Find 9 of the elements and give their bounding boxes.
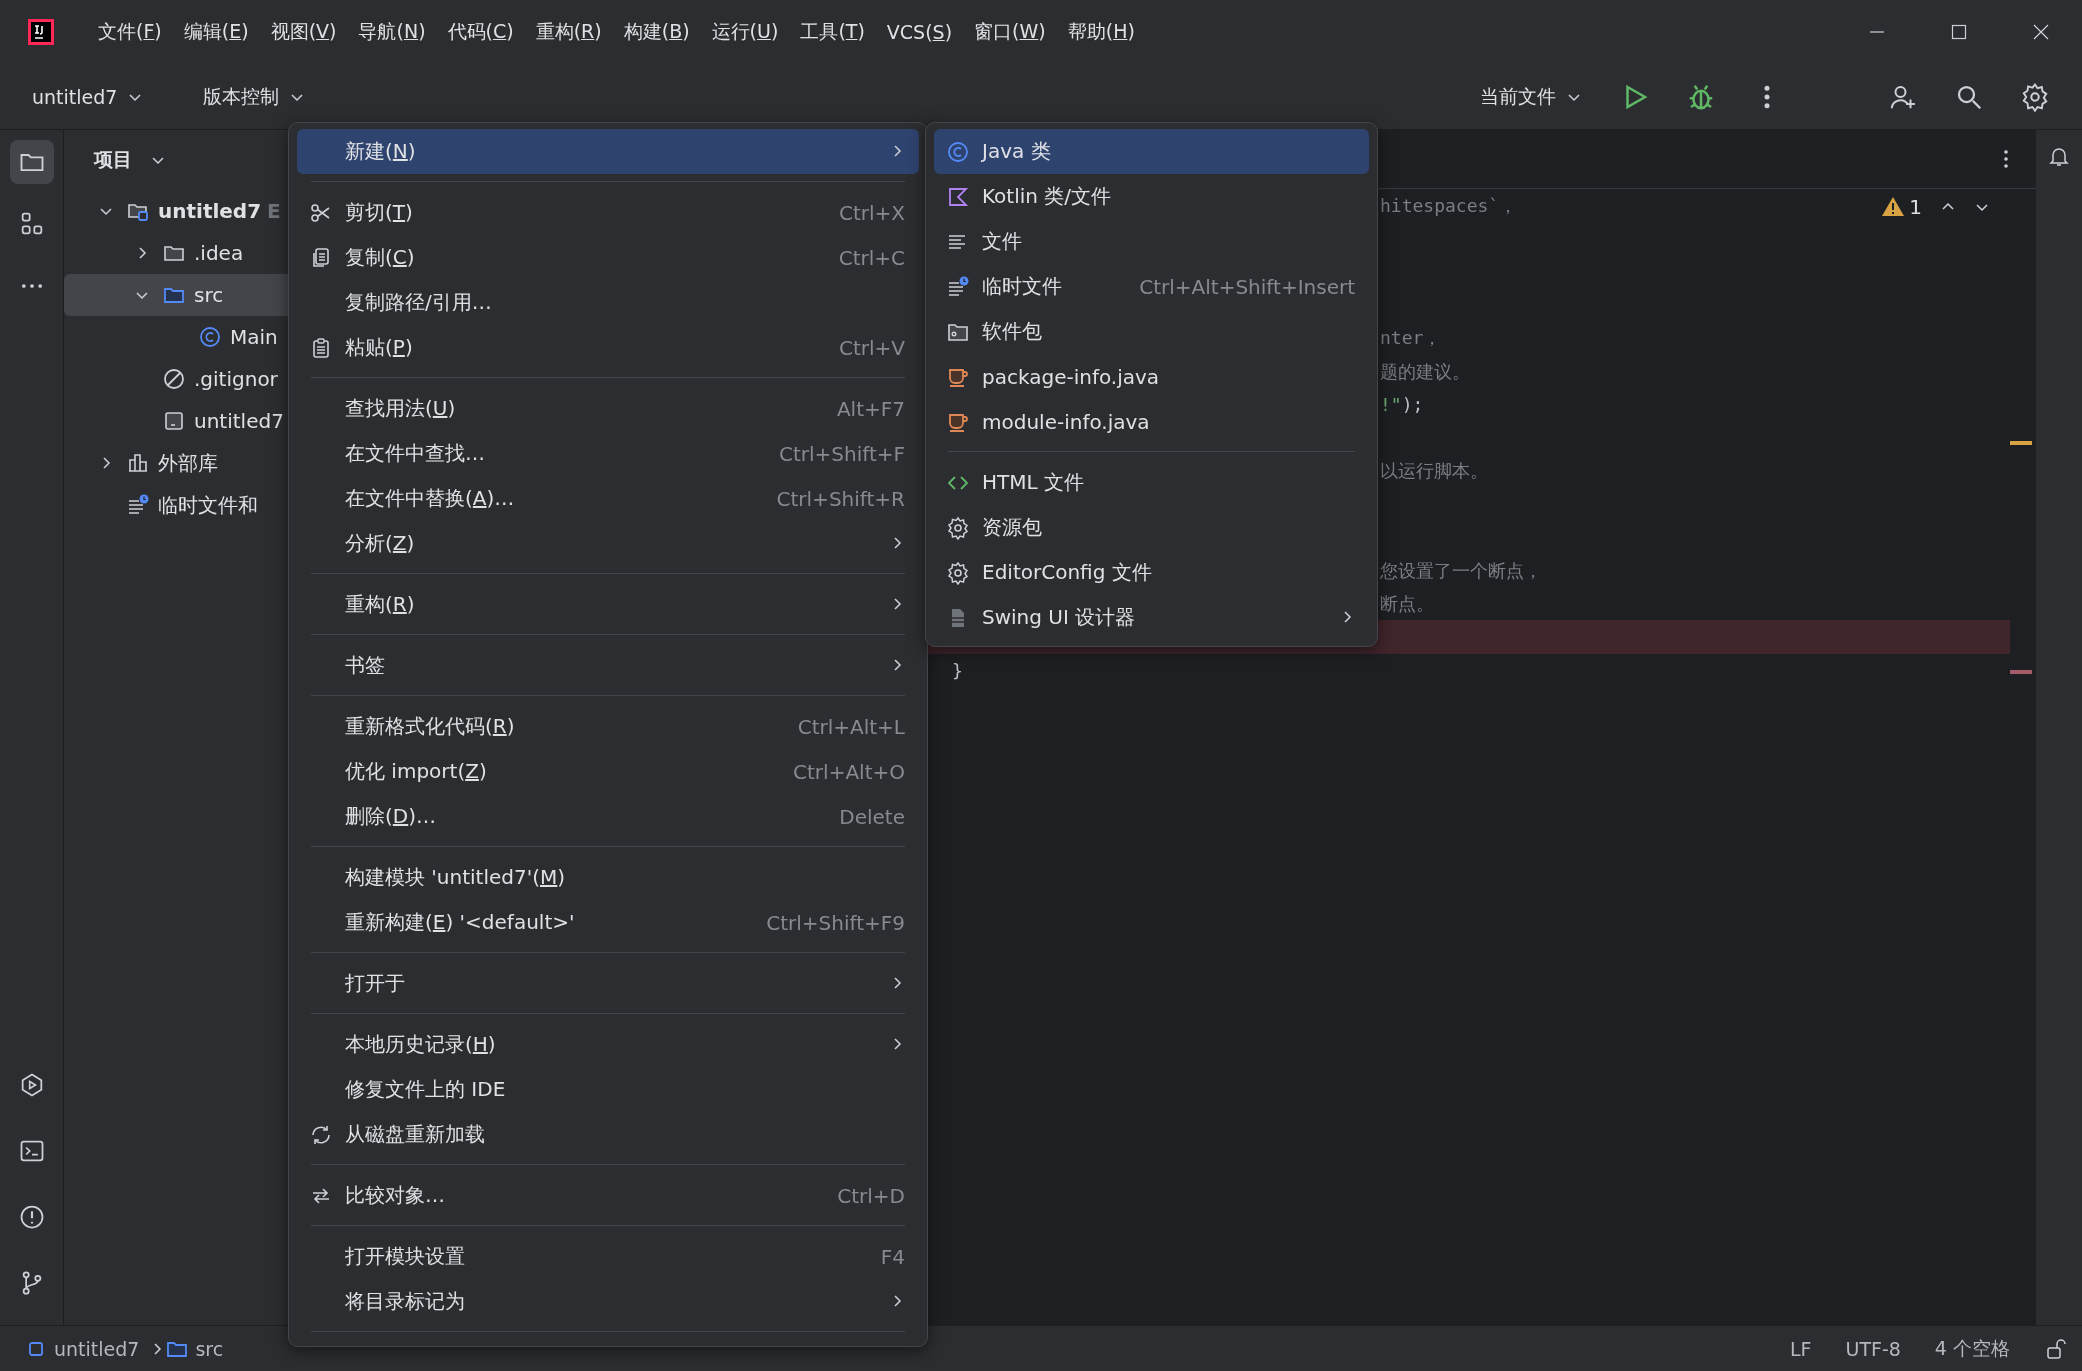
code-line: hitespaces`， <box>1380 193 1518 218</box>
code-line: nter， <box>1380 326 1442 351</box>
panel-title: 项目 <box>94 147 132 172</box>
code-line: } <box>952 659 963 681</box>
code-line: 您设置了一个断点， <box>1380 558 1542 583</box>
code-line: 以运行脚本。 <box>1380 459 1488 484</box>
code-line: !"); <box>1380 394 1424 416</box>
code-line: 断点。 <box>1380 591 1434 616</box>
code-line: 题的建议。 <box>1380 359 1470 384</box>
